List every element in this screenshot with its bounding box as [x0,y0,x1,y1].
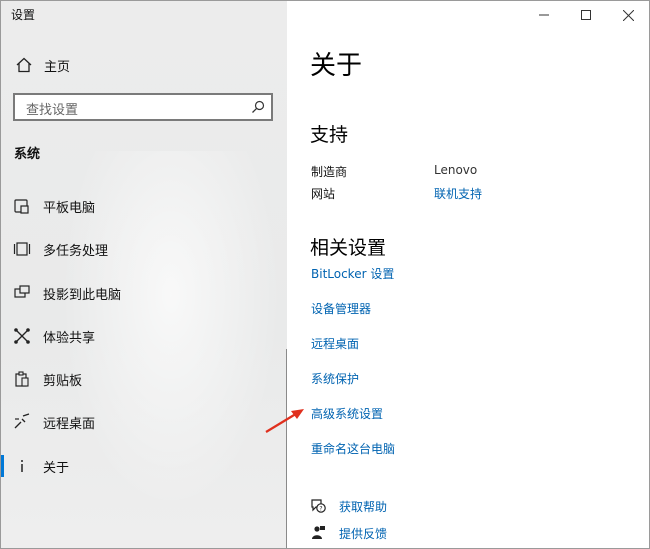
info-icon [21,460,23,472]
give-feedback-link[interactable]: 提供反馈 [310,524,387,542]
give-feedback-label: 提供反馈 [339,526,388,541]
section-title-system: 系统 [14,147,41,162]
project-icon [14,285,30,298]
get-help-link[interactable]: ? 获取帮助 [310,497,387,515]
rename-pc-link[interactable]: 重命名这台电脑 [311,440,395,457]
remote-desktop-icon [14,413,30,429]
settings-window: 设置 主页 查找设置 系统 平板电脑 多任务处理 投影到此电脑 体验共享 剪贴板… [0,0,650,549]
manufacturer-value: Lenovo [434,163,478,177]
system-protection-link[interactable]: 系统保护 [311,370,359,387]
support-heading: 支持 [310,124,349,146]
red-arrow-annotation [265,409,304,433]
feedback-icon [312,526,325,539]
sidebar-item-project[interactable]: 投影到此电脑 [1,281,287,305]
sidebar-item-label: 投影到此电脑 [43,287,122,303]
multitasking-icon [13,242,31,256]
advanced-system-settings-link[interactable]: 高级系统设置 [311,405,383,422]
close-icon [622,9,634,21]
maximize-icon [581,10,591,20]
remote-desktop-link[interactable]: 远程桌面 [311,335,359,352]
home-label: 主页 [44,59,71,75]
selected-indicator [1,455,4,477]
manufacturer-label: 制造商 [311,165,348,179]
sidebar-item-label: 体验共享 [43,330,96,346]
search-input[interactable]: 查找设置 [13,93,273,121]
sidebar-item-clipboard[interactable]: 剪贴板 [1,367,287,391]
home-nav-item[interactable]: 主页 [15,55,70,75]
content-pane: 关于 支持 制造商 Lenovo 网站 联机支持 相关设置 BitLocker … [288,1,649,548]
clipboard-icon [15,371,29,387]
sidebar-item-label: 剪贴板 [43,373,83,389]
sidebar-item-label: 多任务处理 [43,243,109,259]
scrollbar[interactable] [286,349,287,548]
help-icon: ? [311,499,326,513]
sidebar-item-label: 平板电脑 [43,200,96,216]
sidebar-item-share[interactable]: 体验共享 [1,324,287,348]
sidebar-item-tablet[interactable]: 平板电脑 [1,194,287,218]
sidebar-item-label: 关于 [43,460,70,476]
device-manager-link[interactable]: 设备管理器 [311,300,371,317]
related-settings-heading: 相关设置 [310,237,387,259]
bitlocker-settings-link[interactable]: BitLocker 设置 [311,265,394,282]
sidebar-item-label: 远程桌面 [43,416,96,432]
sidebar-item-about[interactable]: 关于 [1,454,287,478]
window-title: 设置 [11,8,36,22]
online-support-link[interactable]: 联机支持 [434,185,482,202]
svg-text:?: ? [319,506,322,513]
sidebar: 设置 主页 查找设置 系统 平板电脑 多任务处理 投影到此电脑 体验共享 剪贴板… [1,1,287,548]
maximize-button[interactable] [565,1,607,29]
minimize-button[interactable] [523,1,565,29]
minimize-icon [539,14,549,16]
get-help-label: 获取帮助 [339,499,388,514]
sidebar-item-remote-desktop[interactable]: 远程桌面 [1,410,287,434]
search-placeholder: 查找设置 [26,103,79,118]
close-button[interactable] [607,1,649,29]
page-title: 关于 [310,51,363,81]
sidebar-item-multitasking[interactable]: 多任务处理 [1,237,287,261]
search-icon[interactable] [251,100,265,114]
share-icon [14,328,30,344]
tablet-icon [14,199,29,214]
home-icon [16,57,32,73]
website-label: 网站 [311,187,336,201]
